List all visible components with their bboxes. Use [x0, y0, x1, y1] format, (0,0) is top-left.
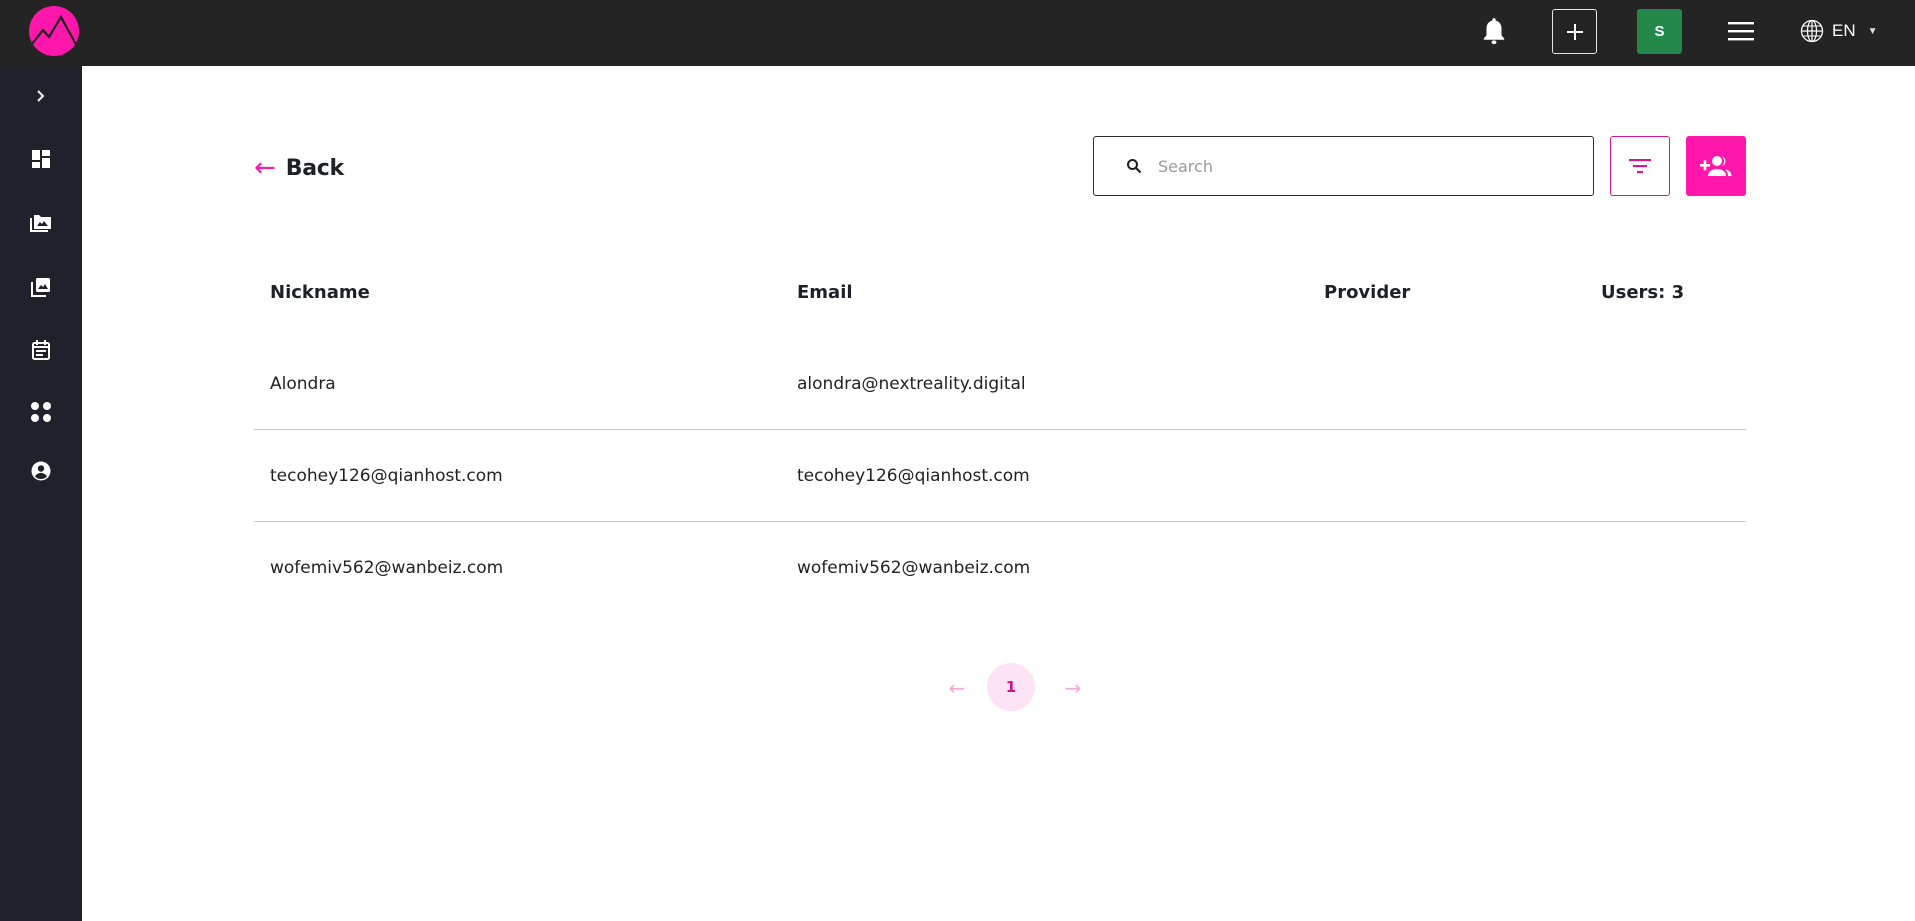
photo-library-folder-icon	[30, 215, 51, 232]
sidebar-item-apps[interactable]	[0, 392, 82, 432]
filter-button[interactable]	[1610, 136, 1670, 196]
calendar-icon	[32, 340, 50, 360]
sidebar-item-events[interactable]	[0, 330, 82, 370]
top-navbar: S EN ▼	[0, 0, 1915, 66]
app-logo[interactable]	[29, 6, 79, 56]
mountain-peak-logo-icon	[31, 14, 79, 51]
cell-nickname: wofemiv562@wanbeiz.com	[270, 558, 504, 578]
cell-email: tecohey126@qianhost.com	[797, 466, 1030, 486]
sidebar-item-users[interactable]	[0, 451, 82, 491]
apps-dots-icon	[31, 402, 51, 422]
sidebar-item-dashboard[interactable]	[0, 139, 82, 179]
photo-library-icon	[31, 278, 50, 297]
search-box	[1093, 136, 1594, 196]
caret-down-icon: ▼	[1867, 25, 1878, 37]
user-avatar[interactable]: S	[1637, 9, 1682, 54]
add-users-button[interactable]	[1686, 136, 1746, 196]
group-add-icon	[1700, 156, 1732, 176]
column-header-email[interactable]: Email	[797, 246, 853, 338]
hamburger-icon	[1728, 22, 1754, 41]
chevron-right-icon	[37, 90, 45, 102]
plus-icon	[1566, 23, 1583, 40]
create-button[interactable]	[1552, 9, 1597, 54]
main-menu-button[interactable]	[1726, 18, 1756, 44]
main-content: ← Back Nickname Email	[82, 66, 1915, 921]
search-icon	[1126, 157, 1144, 175]
cell-email: wofemiv562@wanbeiz.com	[797, 558, 1031, 578]
search-input[interactable]	[1158, 156, 1558, 176]
pagination: ← 1 →	[922, 663, 1222, 713]
previous-page-button[interactable]: ←	[942, 673, 972, 703]
cell-email: alondra@nextreality.digital	[797, 374, 1026, 394]
table-row[interactable]: tecohey126@qianhost.com tecohey126@qianh…	[254, 430, 1746, 522]
filter-icon	[1629, 159, 1651, 174]
cell-nickname: tecohey126@qianhost.com	[270, 466, 503, 486]
sidebar	[0, 66, 82, 921]
arrow-left-icon: ←	[254, 153, 276, 183]
notifications-button[interactable]	[1478, 14, 1510, 48]
globe-icon	[1800, 19, 1824, 43]
language-code: EN	[1832, 21, 1856, 40]
column-header-nickname[interactable]: Nickname	[270, 246, 370, 338]
users-count: Users: 3	[1601, 281, 1685, 303]
cell-nickname: Alondra	[270, 374, 336, 394]
table-row[interactable]: Alondra alondra@nextreality.digital	[254, 338, 1746, 430]
bell-icon	[1483, 18, 1505, 45]
back-button[interactable]: ← Back	[254, 150, 344, 186]
avatar-initial: S	[1654, 23, 1665, 40]
sidebar-item-media[interactable]	[0, 267, 82, 307]
sidebar-item-albums[interactable]	[0, 203, 82, 243]
sidebar-expand-button[interactable]	[0, 76, 82, 116]
language-selector[interactable]: EN ▼	[1800, 16, 1890, 46]
table-row[interactable]: wofemiv562@wanbeiz.com wofemiv562@wanbei…	[254, 522, 1746, 614]
table-header: Nickname Email Provider Users: 3	[254, 246, 1746, 338]
current-page-button[interactable]: 1	[987, 663, 1035, 711]
account-circle-icon	[31, 461, 51, 481]
column-header-provider[interactable]: Provider	[1324, 246, 1410, 338]
back-label: Back	[285, 155, 344, 181]
next-page-button[interactable]: →	[1058, 673, 1088, 703]
dashboard-icon	[32, 150, 50, 168]
users-table: Nickname Email Provider Users: 3 Alondra…	[254, 246, 1746, 614]
